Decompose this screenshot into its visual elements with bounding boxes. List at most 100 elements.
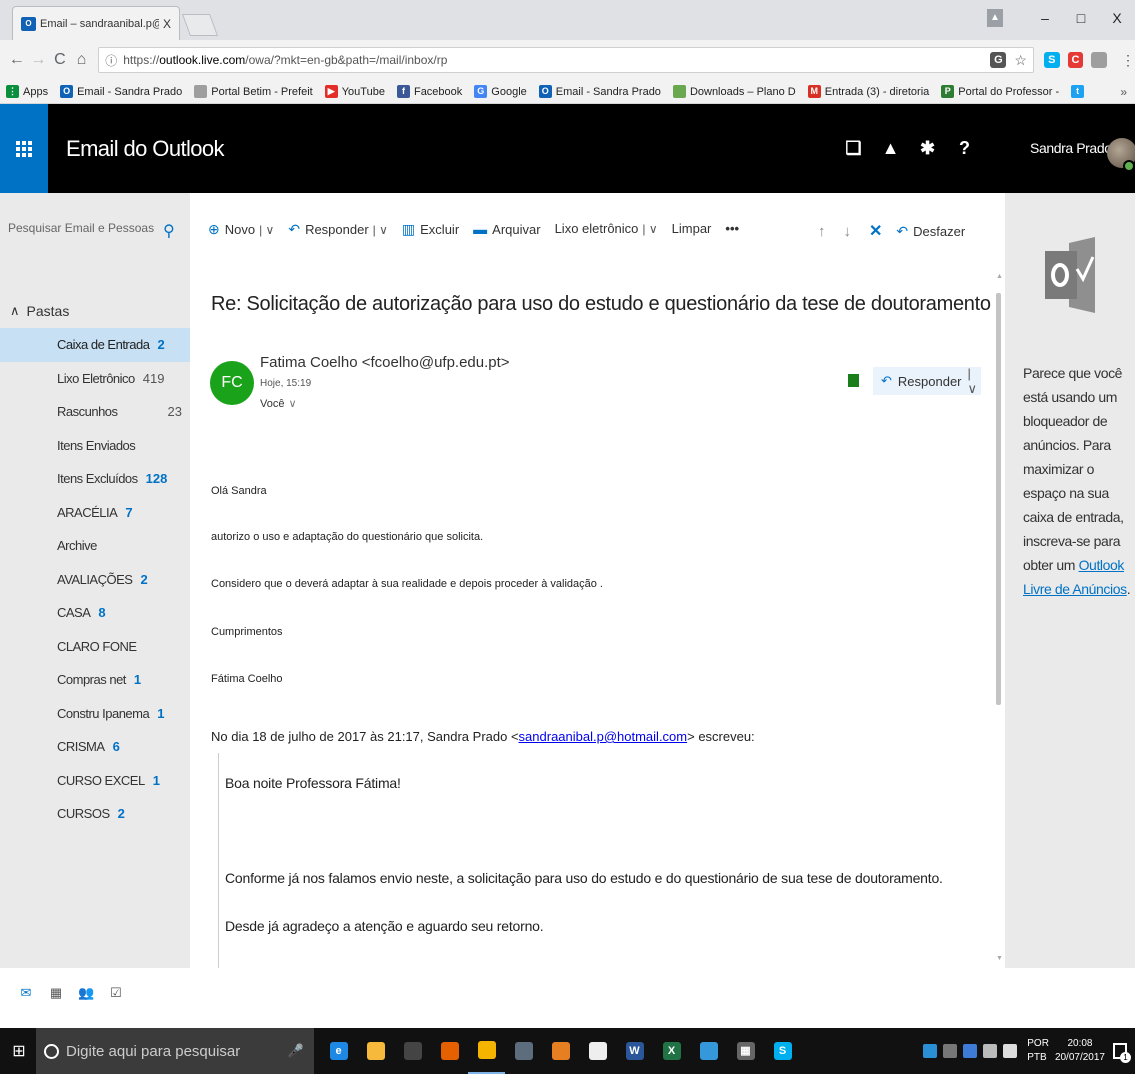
taskbar-app[interactable]: e bbox=[320, 1028, 357, 1074]
taskbar-app[interactable]: W bbox=[616, 1028, 653, 1074]
folder-item[interactable]: Itens Excluídos 128 bbox=[0, 462, 190, 496]
close-message-icon[interactable]: ✕ bbox=[869, 221, 882, 241]
bookmark-item[interactable]: ⋮ Apps bbox=[6, 85, 48, 98]
skype-extension-icon[interactable]: S bbox=[1043, 52, 1060, 68]
bookmarks-overflow-button[interactable]: » bbox=[1120, 85, 1127, 99]
start-button[interactable]: ⊞ bbox=[2, 1041, 36, 1061]
sender-avatar[interactable]: FC bbox=[210, 361, 254, 405]
folder-item[interactable]: CURSOS 2 bbox=[0, 797, 190, 831]
chevron-down-icon[interactable]: | ∨ bbox=[642, 222, 657, 236]
folder-item[interactable]: AVALIAÇÕES 2 bbox=[0, 563, 190, 597]
folder-item[interactable]: Caixa de Entrada 2 bbox=[0, 328, 190, 362]
home-button[interactable]: ⌂ bbox=[71, 51, 93, 69]
folder-item[interactable]: CASA 8 bbox=[0, 596, 190, 630]
bookmark-item[interactable]: P Portal do Professor - bbox=[941, 85, 1059, 98]
clock[interactable]: 20:08 20/07/2017 bbox=[1055, 1037, 1105, 1065]
maximize-button[interactable]: □ bbox=[1063, 10, 1099, 26]
folder-item[interactable]: CURSO EXCEL 1 bbox=[0, 764, 190, 798]
message-reply-button[interactable]: ↶ Responder | ∨ bbox=[873, 366, 981, 397]
url-input[interactable]: ⓘ https://outlook.live.com/owa/?mkt=en-g… bbox=[98, 47, 1034, 73]
bookmark-item[interactable]: t bbox=[1071, 85, 1088, 98]
folder-item[interactable]: ARACÉLIA 7 bbox=[0, 496, 190, 530]
site-info-icon[interactable]: ⓘ bbox=[105, 52, 117, 69]
scroll-down-icon[interactable]: ▼ bbox=[996, 955, 1003, 962]
folder-item[interactable]: Itens Enviados bbox=[0, 429, 190, 463]
chevron-down-icon[interactable]: | ∨ bbox=[373, 223, 388, 237]
skype-icon[interactable]: ❑ bbox=[835, 138, 872, 159]
folder-item[interactable]: Archive bbox=[0, 529, 190, 563]
reload-button[interactable]: C bbox=[49, 51, 71, 69]
new-tab-button[interactable] bbox=[181, 14, 219, 36]
app-launcher-button[interactable] bbox=[0, 104, 48, 193]
extension-badge-icon[interactable]: C bbox=[1067, 52, 1084, 68]
folder-item[interactable]: CLARO FONE bbox=[0, 630, 190, 664]
taskbar-app[interactable]: X bbox=[653, 1028, 690, 1074]
bookmark-item[interactable]: ▶ YouTube bbox=[324, 85, 385, 98]
folder-item[interactable]: Rascunhos 23 bbox=[0, 395, 190, 429]
tab-close-button[interactable]: X bbox=[163, 17, 171, 31]
bookmark-item[interactable]: f Facebook bbox=[396, 85, 462, 98]
chevron-down-icon[interactable]: | ∨ bbox=[968, 366, 981, 397]
user-name[interactable]: Sandra Prado bbox=[1030, 104, 1112, 193]
scroll-thumb[interactable] bbox=[996, 293, 1001, 705]
taskbar-app[interactable] bbox=[690, 1028, 727, 1074]
help-icon[interactable]: ? bbox=[946, 138, 983, 159]
bookmark-item[interactable]: Portal Betim - Prefeit bbox=[194, 85, 313, 98]
search-input[interactable]: Pesquisar Email e Pessoas bbox=[8, 221, 163, 235]
network-icon[interactable] bbox=[983, 1044, 998, 1058]
tray-app-icon[interactable] bbox=[923, 1044, 938, 1058]
browser-tab[interactable]: O Email – sandraanibal.p@ X bbox=[12, 6, 180, 40]
archive-button[interactable]: ▬ Arquivar bbox=[473, 221, 540, 237]
tasks-icon[interactable]: ☑ bbox=[108, 986, 124, 1000]
taskbar-app[interactable] bbox=[505, 1028, 542, 1074]
volume-icon[interactable] bbox=[1003, 1044, 1018, 1058]
gear-icon[interactable]: ✱ bbox=[909, 138, 946, 159]
new-button[interactable]: ⊕ Novo | ∨ bbox=[208, 221, 274, 238]
more-actions-button[interactable]: ••• bbox=[725, 221, 739, 236]
sender-name[interactable]: Fatima Coelho <fcoelho@ufp.edu.pt> bbox=[260, 354, 510, 371]
folders-header[interactable]: ∧ Pastas bbox=[10, 303, 69, 319]
chevron-down-icon[interactable]: | ∨ bbox=[259, 223, 274, 237]
taskbar-search[interactable]: Digite aqui para pesquisar 🎤 bbox=[36, 1028, 314, 1074]
arrow-down-icon[interactable]: ↓ bbox=[844, 223, 852, 240]
reading-scrollbar[interactable]: ▲ ▼ bbox=[994, 273, 1004, 968]
tray-app-icon[interactable] bbox=[963, 1044, 978, 1058]
tray-app-icon[interactable] bbox=[943, 1044, 958, 1058]
taskbar-app[interactable] bbox=[431, 1028, 468, 1074]
taskbar-app[interactable] bbox=[542, 1028, 579, 1074]
bookmark-item[interactable]: O Email - Sandra Prado bbox=[60, 85, 182, 98]
recipients[interactable]: Você ∨ bbox=[260, 397, 297, 410]
back-button[interactable]: ← bbox=[6, 51, 28, 69]
language-indicator[interactable]: POR PTB bbox=[1027, 1037, 1049, 1065]
extension-gray-icon[interactable] bbox=[1091, 52, 1107, 68]
taskbar-app[interactable] bbox=[357, 1028, 394, 1074]
people-icon[interactable]: 👥 bbox=[78, 986, 94, 1000]
quote-email-link[interactable]: sandraanibal.p@hotmail.com bbox=[519, 729, 688, 744]
profile-button[interactable]: ▲ bbox=[987, 9, 1003, 27]
close-window-button[interactable]: X bbox=[1099, 10, 1135, 26]
folder-item[interactable]: CRISMA 6 bbox=[0, 730, 190, 764]
bookmark-star-icon[interactable]: ☆ bbox=[1014, 52, 1027, 69]
bookmark-item[interactable]: O Email - Sandra Prado bbox=[538, 85, 661, 98]
folder-item[interactable]: Constru Ipanema 1 bbox=[0, 697, 190, 731]
user-avatar[interactable] bbox=[1107, 138, 1135, 172]
taskbar-app[interactable] bbox=[468, 1028, 505, 1074]
taskbar-app[interactable] bbox=[394, 1028, 431, 1074]
bell-icon[interactable]: ▲ bbox=[872, 138, 909, 159]
arrow-up-icon[interactable]: ↑ bbox=[818, 223, 826, 240]
scroll-up-icon[interactable]: ▲ bbox=[996, 273, 1003, 280]
delete-button[interactable]: ▥ Excluir bbox=[402, 221, 459, 238]
notifications-icon[interactable]: 1 bbox=[1113, 1043, 1131, 1063]
undo-button[interactable]: ↶ Desfazer bbox=[896, 223, 965, 240]
calendar-icon[interactable]: ▦ bbox=[48, 986, 64, 1000]
bookmark-item[interactable]: G Google bbox=[474, 85, 527, 98]
taskbar-app[interactable]: S bbox=[764, 1028, 801, 1074]
folder-item[interactable]: Compras net 1 bbox=[0, 663, 190, 697]
junk-button[interactable]: Lixo eletrônico | ∨ bbox=[555, 221, 658, 236]
taskbar-app[interactable] bbox=[579, 1028, 616, 1074]
search-box[interactable]: Pesquisar Email e Pessoas ⚲ bbox=[0, 193, 190, 273]
extension-icon[interactable]: G bbox=[990, 52, 1007, 68]
taskbar-app[interactable]: ▦ bbox=[727, 1028, 764, 1074]
mail-icon[interactable]: ✉ bbox=[18, 986, 34, 1000]
bookmark-item[interactable]: M Entrada (3) - diretoria bbox=[807, 85, 929, 98]
